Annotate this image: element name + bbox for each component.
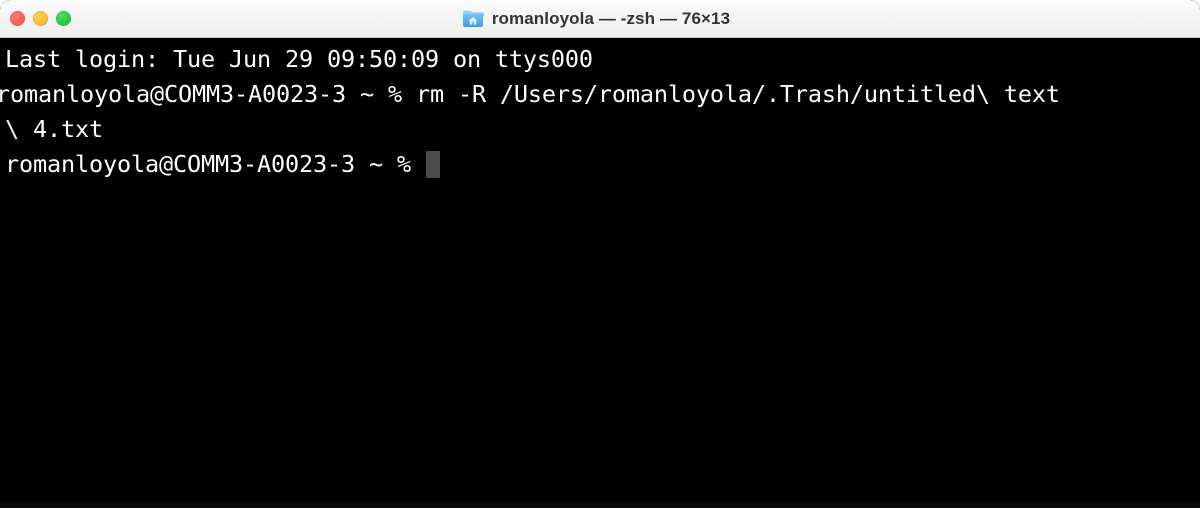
terminal-line-4: romanloyola@COMM3-A0023-3 ~ %: [0, 147, 1200, 182]
zoom-button[interactable]: [56, 11, 71, 26]
close-button[interactable]: [10, 11, 25, 26]
terminal-output-area[interactable]: Last login: Tue Jun 29 09:50:09 on ttys0…: [0, 38, 1200, 508]
terminal-line-2: romanloyola@COMM3-A0023-3 ~ % rm -R /Use…: [0, 80, 1060, 108]
text-cursor[interactable]: [425, 151, 440, 178]
terminal-window: romanloyola — -zsh — 76×13 Last login: T…: [0, 0, 1200, 508]
window-title: romanloyola — -zsh — 76×13: [491, 8, 731, 28]
title-group: romanloyola — -zsh — 76×13: [462, 9, 730, 29]
terminal-prompt: romanloyola@COMM3-A0023-3 ~ %: [5, 150, 425, 178]
window-controls: [10, 0, 71, 37]
home-folder-icon: [462, 10, 484, 27]
window-titlebar[interactable]: romanloyola — -zsh — 76×13: [0, 0, 1200, 38]
minimize-button[interactable]: [33, 11, 48, 26]
window-bottom-edge: [0, 502, 1200, 508]
terminal-line-3: \ 4.txt: [5, 115, 103, 143]
terminal-line-1: Last login: Tue Jun 29 09:50:09 on ttys0…: [5, 45, 593, 73]
